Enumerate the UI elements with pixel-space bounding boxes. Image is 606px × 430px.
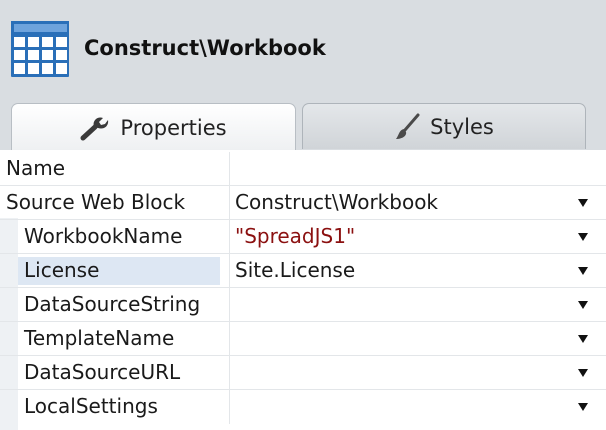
property-row-license[interactable]: License Site.License: [0, 254, 606, 288]
tab-properties-label: Properties: [120, 115, 227, 140]
wrench-icon: [80, 117, 109, 140]
property-value-text: Construct\Workbook: [235, 190, 439, 214]
property-value[interactable]: Site.License: [231, 254, 606, 287]
property-value[interactable]: [231, 288, 606, 321]
page-title: Construct\Workbook: [84, 36, 326, 60]
paintbrush-icon: [396, 113, 420, 139]
property-value-text: "SpreadJS1": [235, 224, 356, 248]
property-name: DataSourceString: [24, 292, 201, 316]
property-value[interactable]: [231, 390, 606, 423]
column-divider: [229, 356, 230, 390]
column-divider: [229, 390, 230, 424]
dropdown-arrow-icon[interactable]: [578, 233, 588, 241]
dropdown-arrow-icon[interactable]: [578, 199, 588, 207]
spreadsheet-grid-icon: [11, 21, 69, 77]
column-divider: [229, 186, 230, 220]
property-row-name[interactable]: Name: [0, 152, 606, 186]
column-divider: [229, 322, 230, 356]
property-row-datasourceurl[interactable]: DataSourceURL: [0, 356, 606, 390]
column-divider: [229, 254, 230, 288]
property-row-templatename[interactable]: TemplateName: [0, 322, 606, 356]
dropdown-arrow-icon[interactable]: [578, 369, 588, 377]
property-name: DataSourceURL: [24, 360, 181, 384]
property-row-workbookname[interactable]: WorkbookName "SpreadJS1": [0, 220, 606, 254]
property-name: Source Web Block: [6, 190, 186, 214]
property-name: License: [24, 258, 100, 282]
property-grid: Name Source Web Block Construct\Workbook…: [0, 150, 606, 430]
tab-properties[interactable]: Properties: [11, 103, 296, 151]
tab-styles-label: Styles: [430, 114, 494, 139]
property-row-datasourcestring[interactable]: DataSourceString: [0, 288, 606, 322]
column-divider: [229, 220, 230, 254]
property-value[interactable]: [231, 322, 606, 355]
header: Construct\Workbook: [0, 0, 606, 100]
tab-styles[interactable]: Styles: [302, 103, 586, 149]
property-row-localsettings[interactable]: LocalSettings: [0, 390, 606, 424]
property-value[interactable]: Construct\Workbook: [231, 186, 606, 219]
property-row-source-web-block[interactable]: Source Web Block Construct\Workbook: [0, 186, 606, 220]
column-divider: [229, 152, 230, 186]
property-name: WorkbookName: [24, 224, 183, 248]
column-divider: [229, 288, 230, 322]
dropdown-arrow-icon[interactable]: [578, 267, 588, 275]
property-value[interactable]: [231, 356, 606, 389]
property-name: TemplateName: [24, 326, 175, 350]
property-value[interactable]: "SpreadJS1": [231, 220, 606, 253]
property-value[interactable]: [231, 152, 606, 185]
property-value-text: Site.License: [235, 258, 356, 282]
property-name: Name: [6, 156, 66, 180]
dropdown-arrow-icon[interactable]: [578, 403, 588, 411]
property-name: LocalSettings: [24, 394, 158, 418]
dropdown-arrow-icon[interactable]: [578, 335, 588, 343]
dropdown-arrow-icon[interactable]: [578, 301, 588, 309]
